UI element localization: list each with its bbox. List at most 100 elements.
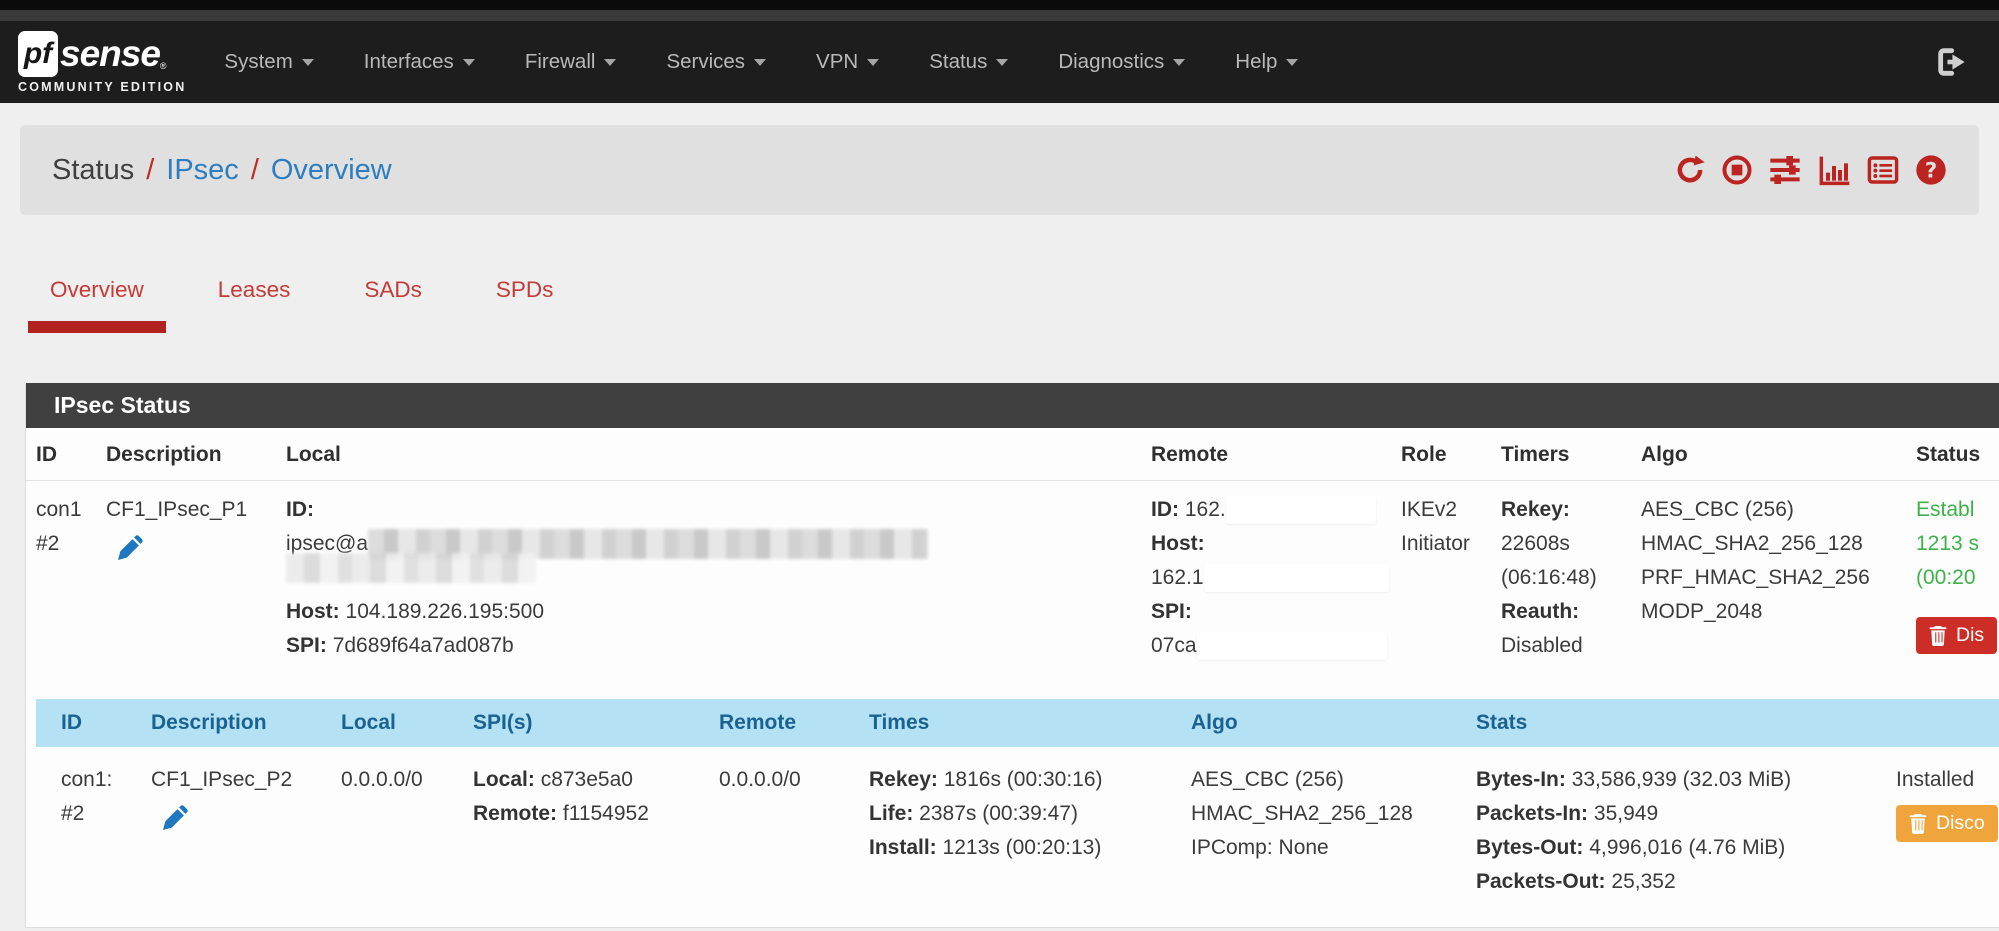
nav-item-firewall[interactable]: Firewall: [525, 50, 617, 74]
p2-table-header: ID Description Local SPI(s) Remote Times…: [36, 699, 1999, 747]
p2-status-text: Installed: [1896, 763, 1999, 797]
breadcrumb-overview[interactable]: Overview: [271, 154, 392, 187]
row-description: CF1_IPsec_P1: [106, 493, 286, 663]
redaction-mosaic: [286, 553, 536, 583]
row-id-line2: #2: [36, 527, 96, 561]
col-header-role: Role: [1401, 443, 1501, 467]
browser-strip: [0, 10, 1999, 21]
redaction-block: [1226, 496, 1376, 524]
pfsense-logo-pf: pf: [18, 31, 58, 77]
redaction-block: [1197, 632, 1387, 660]
p2-col-header-description: Description: [151, 711, 341, 735]
stop-icon[interactable]: [1721, 154, 1753, 186]
help-icon[interactable]: ?: [1915, 154, 1947, 186]
p2-algo-line: AES_CBC (256): [1191, 763, 1466, 797]
refresh-icon[interactable]: [1674, 154, 1706, 186]
timers-reauth-label: Reauth:: [1501, 595, 1631, 629]
times-install-label: Install:: [869, 836, 937, 859]
remote-host-label: Host:: [1151, 532, 1205, 555]
pfsense-logo[interactable]: pf sense ® COMMUNITY EDITION: [18, 31, 186, 94]
nav-item-label: Firewall: [525, 50, 596, 74]
row-timers: Rekey: 22608s (06:16:48) Reauth: Disable…: [1501, 493, 1641, 663]
nav-item-vpn[interactable]: VPN: [816, 50, 879, 74]
chevron-down-icon: [754, 59, 766, 66]
breadcrumb: Status / IPsec / Overview: [52, 154, 392, 187]
spi-local-label: Local:: [473, 768, 535, 791]
nav-item-help[interactable]: Help: [1235, 50, 1298, 74]
p2-col-header-times: Times: [869, 711, 1191, 735]
nav-item-label: Help: [1235, 50, 1277, 74]
edit-pencil-icon[interactable]: [118, 535, 143, 571]
nav-item-diagnostics[interactable]: Diagnostics: [1058, 50, 1185, 74]
disconnect-button[interactable]: Dis: [1916, 617, 1997, 654]
p2-col-header-spacer: [1896, 711, 1999, 735]
chevron-down-icon: [1286, 59, 1298, 66]
log-icon[interactable]: [1866, 154, 1900, 186]
tab-leases[interactable]: Leases: [196, 263, 313, 333]
tab-sads[interactable]: SADs: [342, 263, 444, 333]
bar-chart-icon[interactable]: [1817, 154, 1851, 186]
stats-bytes-in-label: Bytes-In:: [1476, 768, 1566, 791]
stats-packets-out-value: 25,352: [1611, 870, 1675, 893]
ipsec-table-header: ID Description Local Remote Role Timers …: [26, 428, 1999, 481]
nav-item-status[interactable]: Status: [929, 50, 1008, 74]
algo-line: PRF_HMAC_SHA2_256: [1641, 561, 1906, 595]
chevron-down-icon: [463, 59, 475, 66]
table-row: con1 #2 CF1_IPsec_P1 ID: ipsec@a Host: 1…: [26, 481, 1999, 679]
nav-item-interfaces[interactable]: Interfaces: [364, 50, 475, 74]
nav-item-system[interactable]: System: [224, 50, 313, 74]
status-line: 1213 s: [1916, 527, 1999, 561]
pfsense-logo-subtitle: COMMUNITY EDITION: [18, 80, 186, 94]
col-header-local: Local: [286, 443, 1151, 467]
col-header-status: Status: [1916, 443, 1999, 467]
algo-line: HMAC_SHA2_256_128: [1641, 527, 1906, 561]
timers-rekey-time: (06:16:48): [1501, 561, 1631, 595]
tab-spds[interactable]: SPDs: [474, 263, 576, 333]
col-header-description: Description: [106, 443, 286, 467]
nav-item-label: Services: [666, 50, 745, 74]
tab-overview[interactable]: Overview: [28, 263, 166, 333]
nav-item-label: Status: [929, 50, 987, 74]
role-line2: Initiator: [1401, 527, 1491, 561]
remote-id-label: ID:: [1151, 498, 1179, 521]
times-life-value: 2387s (00:39:47): [919, 802, 1078, 825]
registered-mark: ®: [160, 61, 167, 71]
sign-out-icon[interactable]: [1933, 45, 1969, 79]
col-header-algo: Algo: [1641, 443, 1916, 467]
chevron-down-icon: [302, 59, 314, 66]
ipsec-tabs: Overview Leases SADs SPDs: [28, 263, 1999, 333]
remote-spi-value: 07ca: [1151, 634, 1197, 657]
stats-bytes-out-label: Bytes-Out:: [1476, 836, 1583, 859]
p2-row-description: CF1_IPsec_P2: [151, 763, 341, 899]
svg-text:?: ?: [1925, 158, 1937, 183]
breadcrumb-bar: Status / IPsec / Overview ?: [20, 125, 1979, 215]
local-spi-value: 7d689f64a7ad087b: [333, 634, 514, 657]
spi-local-value: c873e5a0: [541, 768, 633, 791]
row-id: con1 #2: [26, 493, 106, 663]
page-action-icons: ?: [1674, 154, 1947, 186]
row-local: ID: ipsec@a Host: 104.189.226.195:500 SP…: [286, 493, 1151, 663]
times-life-label: Life:: [869, 802, 913, 825]
window-top-strip: [0, 0, 1999, 10]
breadcrumb-ipsec[interactable]: IPsec: [166, 154, 239, 187]
times-rekey-label: Rekey:: [869, 768, 938, 791]
p2-col-header-spis: SPI(s): [473, 711, 719, 735]
p2-col-header-algo: Algo: [1191, 711, 1476, 735]
p2-table-row: con1: #2 CF1_IPsec_P2 0.0.0.0/0 Local: c…: [36, 747, 1999, 927]
p2-disconnect-button-label: Disco: [1936, 812, 1985, 835]
sliders-icon[interactable]: [1768, 154, 1802, 186]
remote-id-value: 162.: [1185, 498, 1226, 521]
p2-row-spis: Local: c873e5a0 Remote: f1154952: [473, 763, 719, 899]
trash-icon: [1929, 626, 1947, 646]
p2-algo-line: IPComp: None: [1191, 831, 1466, 865]
nav-item-services[interactable]: Services: [666, 50, 766, 74]
row-role: IKEv2 Initiator: [1401, 493, 1501, 663]
edit-pencil-icon[interactable]: [163, 805, 188, 841]
chevron-down-icon: [604, 59, 616, 66]
col-header-timers: Timers: [1501, 443, 1641, 467]
p2-disconnect-button[interactable]: Disco: [1896, 805, 1998, 842]
chevron-down-icon: [996, 59, 1008, 66]
col-header-id: ID: [26, 443, 106, 467]
p2-id-line2: #2: [61, 797, 141, 831]
nav-item-label: System: [224, 50, 292, 74]
